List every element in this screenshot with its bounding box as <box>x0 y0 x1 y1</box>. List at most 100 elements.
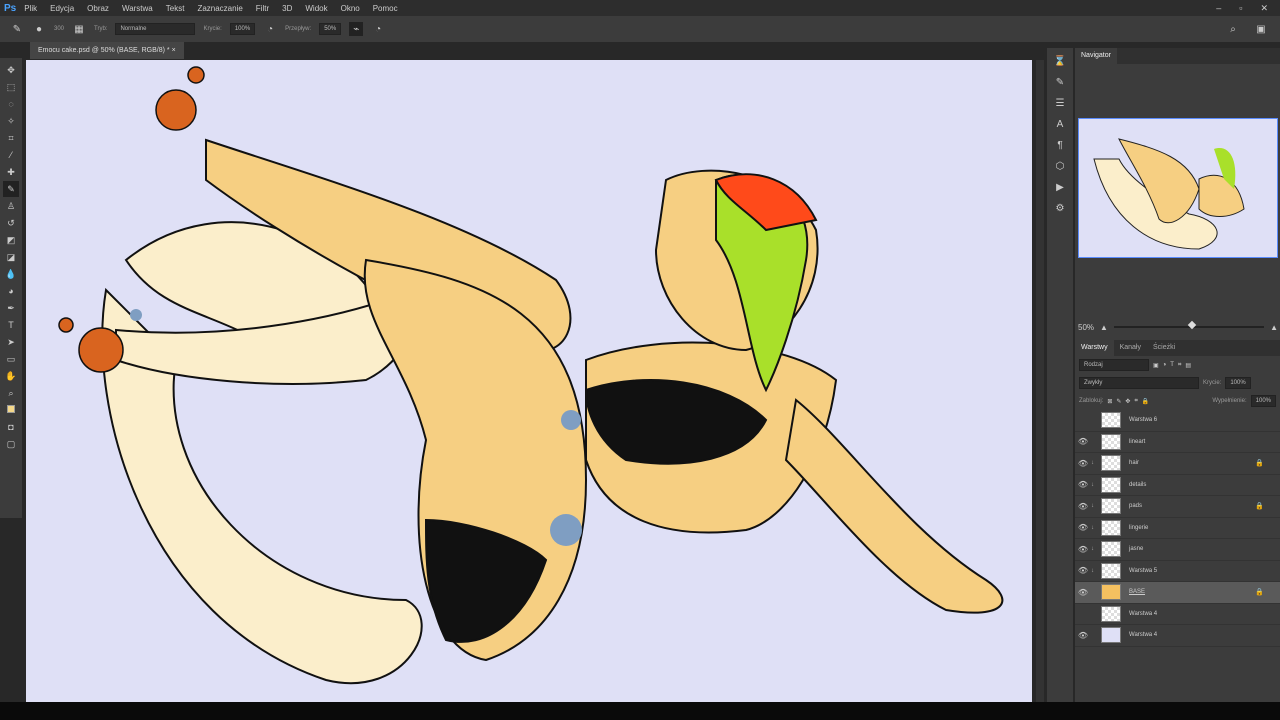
visibility-eye-icon[interactable]: 👁 <box>1075 480 1091 489</box>
menu-file[interactable]: Plik <box>24 4 37 13</box>
quick-mask-icon[interactable]: ◘ <box>3 419 19 435</box>
visibility-eye-icon[interactable]: 👁 <box>1075 631 1091 640</box>
brush-settings-icon[interactable]: ✎ <box>1056 77 1064 88</box>
layer-row[interactable]: 👁 ↓ lingerie <box>1075 518 1280 539</box>
3d-icon[interactable]: ⬡ <box>1056 161 1065 172</box>
menu-view[interactable]: Widok <box>305 4 327 13</box>
minimize-icon[interactable]: – <box>1216 3 1221 14</box>
crop-tool-icon[interactable]: ⌗ <box>3 130 19 146</box>
menu-layer[interactable]: Warstwa <box>122 4 153 13</box>
layer-filter-select[interactable]: Rodzaj <box>1079 359 1149 371</box>
brush-preset-icon[interactable]: ● <box>32 22 46 36</box>
actions-icon[interactable]: ▶ <box>1056 182 1064 193</box>
layer-row[interactable]: 👁 BASE 🔒 <box>1075 582 1280 604</box>
opacity-input[interactable]: 100% <box>229 23 256 35</box>
path-select-icon[interactable]: ➤ <box>3 334 19 350</box>
brush-tool-icon[interactable]: ✎ <box>3 181 19 197</box>
layer-row[interactable]: 👁 Warstwa 4 <box>1075 625 1280 647</box>
layer-row[interactable]: Warstwa 4 <box>1075 604 1280 625</box>
vertical-scrollbar[interactable] <box>1036 60 1044 702</box>
search-icon[interactable]: ⌕ <box>1226 22 1240 36</box>
lock-pixels-icon[interactable]: ✎ <box>1116 398 1121 405</box>
tab-layers[interactable]: Warstwy <box>1075 340 1114 356</box>
history-brush-icon[interactable]: ↺ <box>3 215 19 231</box>
marquee-tool-icon[interactable]: ⬚ <box>3 79 19 95</box>
visibility-eye-icon[interactable]: 👁 <box>1075 566 1091 575</box>
menu-edit[interactable]: Edycja <box>50 4 74 13</box>
hand-tool-icon[interactable]: ✋ <box>3 368 19 384</box>
pressure-size-icon[interactable]: ◔ <box>371 22 385 36</box>
dodge-tool-icon[interactable]: ◕ <box>3 283 19 299</box>
type-tool-icon[interactable]: T <box>3 317 19 333</box>
magic-wand-icon[interactable]: ✧ <box>3 113 19 129</box>
zoom-slider[interactable] <box>1113 320 1265 330</box>
lock-transparency-icon[interactable]: ⊠ <box>1107 398 1112 405</box>
layer-opacity-input[interactable]: 100% <box>1225 377 1251 389</box>
healing-icon[interactable]: ✚ <box>3 164 19 180</box>
layer-row[interactable]: 👁 ↓ hair 🔒 <box>1075 453 1280 475</box>
navigator-zoom-value[interactable]: 50% <box>1078 323 1094 332</box>
properties-icon[interactable]: ⚙ <box>1056 203 1065 214</box>
adjustments-icon[interactable]: ☰ <box>1056 98 1065 109</box>
brush-panel-icon[interactable]: ▦ <box>72 22 86 36</box>
mode-select[interactable]: Normalne <box>115 23 196 35</box>
lock-position-icon[interactable]: ✥ <box>1125 398 1130 405</box>
layer-row[interactable]: 👁 ↓ Warstwa 5 <box>1075 561 1280 582</box>
pen-tool-icon[interactable]: ✒ <box>3 300 19 316</box>
visibility-eye-icon[interactable]: 👁 <box>1075 502 1091 511</box>
menu-window[interactable]: Okno <box>341 4 360 13</box>
document-canvas[interactable] <box>26 60 1032 702</box>
pressure-opacity-icon[interactable]: ◔ <box>263 22 277 36</box>
shape-tool-icon[interactable]: ▭ <box>3 351 19 367</box>
flow-input[interactable]: 50% <box>319 23 342 35</box>
blur-tool-icon[interactable]: 💧 <box>3 266 19 282</box>
layer-row[interactable]: 👁 ↓ details <box>1075 475 1280 496</box>
lock-artboard-icon[interactable]: ⌗ <box>1134 398 1137 405</box>
zoom-in-icon[interactable]: ▲ <box>1270 323 1278 332</box>
layer-row[interactable]: 👁 ↓ jasne <box>1075 539 1280 561</box>
filter-pixel-icon[interactable]: ▣ <box>1153 362 1159 369</box>
eraser-icon[interactable]: ◩ <box>3 232 19 248</box>
screen-mode-icon[interactable]: ▢ <box>3 436 19 452</box>
visibility-eye-icon[interactable]: 👁 <box>1075 523 1091 532</box>
airbrush-icon[interactable]: ⌁ <box>349 22 364 36</box>
visibility-eye-icon[interactable]: 👁 <box>1075 588 1091 597</box>
filter-adjust-icon[interactable]: ◑ <box>1163 362 1167 368</box>
fill-input[interactable]: 100% <box>1250 395 1276 407</box>
menu-help[interactable]: Pomoc <box>373 4 398 13</box>
tab-channels[interactable]: Kanały <box>1114 340 1147 356</box>
stamp-tool-icon[interactable]: ♙ <box>3 198 19 214</box>
layer-row[interactable]: Warstwa 6 <box>1075 410 1280 432</box>
character-icon[interactable]: A <box>1057 119 1064 130</box>
close-tab-icon[interactable]: × <box>172 47 176 54</box>
menu-3d[interactable]: 3D <box>282 4 292 13</box>
close-icon[interactable]: ✕ <box>1260 3 1268 14</box>
lasso-tool-icon[interactable]: ◌ <box>3 96 19 112</box>
brush-tool-icon[interactable]: ✎ <box>10 22 24 36</box>
visibility-eye-icon[interactable]: 👁 <box>1075 459 1091 468</box>
menu-select[interactable]: Zaznaczanie <box>197 4 242 13</box>
tab-navigator[interactable]: Navigator <box>1075 48 1117 64</box>
layer-row[interactable]: 👁 lineart <box>1075 432 1280 453</box>
menu-type[interactable]: Tekst <box>166 4 185 13</box>
visibility-eye-icon[interactable]: 👁 <box>1075 437 1091 446</box>
filter-smart-icon[interactable]: ▤ <box>1185 362 1191 369</box>
eyedropper-icon[interactable]: ⁄ <box>3 147 19 163</box>
filter-shape-icon[interactable]: ⌗ <box>1178 362 1181 369</box>
maximize-icon[interactable]: ▫ <box>1239 3 1242 14</box>
history-icon[interactable]: ⌛ <box>1054 56 1066 67</box>
menu-filter[interactable]: Filtr <box>256 4 269 13</box>
blend-mode-select[interactable]: Zwykły <box>1079 377 1199 389</box>
paragraph-icon[interactable]: ¶ <box>1057 140 1062 151</box>
zoom-tool-icon[interactable]: ⌕ <box>3 385 19 401</box>
menu-image[interactable]: Obraz <box>87 4 109 13</box>
workspace-icon[interactable]: ▣ <box>1254 22 1268 36</box>
navigator-thumbnail[interactable] <box>1078 118 1278 258</box>
layer-row[interactable]: 👁 ↓ pads 🔒 <box>1075 496 1280 518</box>
filter-type-icon[interactable]: T <box>1170 362 1174 368</box>
document-tab[interactable]: Emocu cake.psd @ 50% (BASE, RGB/8) * × <box>30 42 184 59</box>
move-tool-icon[interactable]: ✥ <box>3 62 19 78</box>
tab-paths[interactable]: Ścieżki <box>1147 340 1181 356</box>
zoom-out-icon[interactable]: ▲ <box>1100 323 1108 332</box>
visibility-eye-icon[interactable]: 👁 <box>1075 545 1091 554</box>
